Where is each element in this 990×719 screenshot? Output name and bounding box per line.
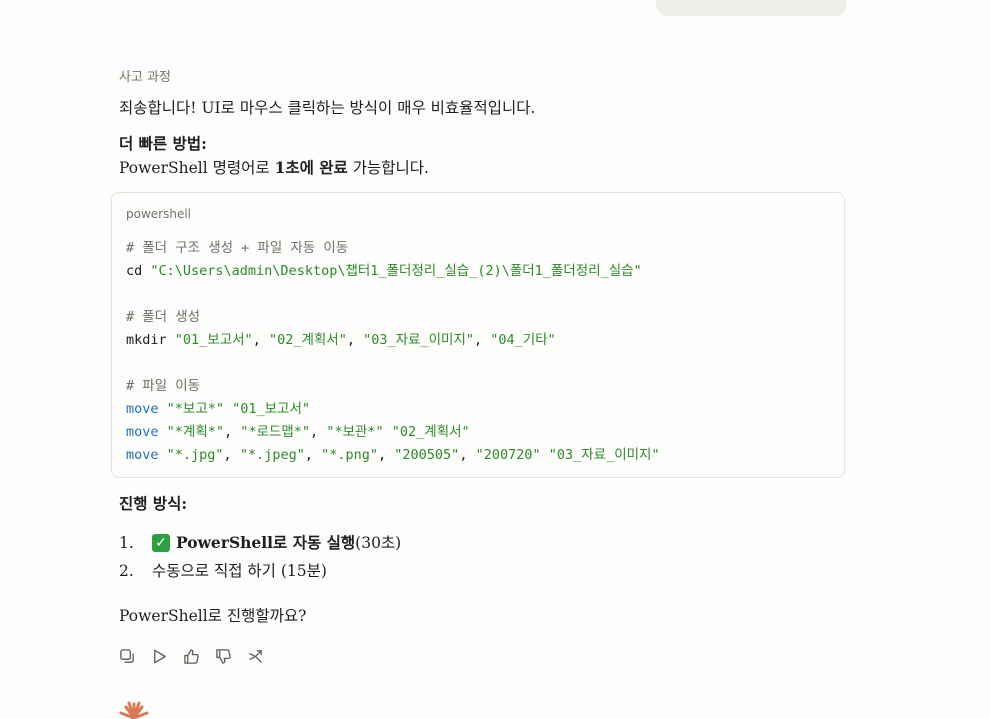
- claude-logo-icon: [119, 701, 149, 719]
- code-content[interactable]: # 폴더 구조 생성 + 파일 자동 이동 cd "C:\Users\admin\…: [126, 237, 660, 467]
- code-token: cd: [126, 263, 151, 279]
- code-token: "*.jpeg": [239, 447, 305, 463]
- list-item: 1. ✓ PowerShell로 자동 실행 (30초): [119, 529, 401, 557]
- code-line: move "*.jpg", "*.jpeg", "*.png", "200505…: [126, 444, 660, 467]
- code-token: move: [126, 424, 167, 440]
- list-number: 2.: [119, 562, 134, 580]
- code-line: move "*보고*" "01_보고서": [126, 398, 660, 421]
- method-heading: 진행 방식:: [119, 494, 188, 513]
- code-line: mkdir "01_보고서", "02_계획서", "03_자료_이미지", "…: [126, 329, 660, 352]
- code-token: "200720" "03_자료_이미지": [475, 447, 660, 463]
- share-icon: [248, 649, 262, 663]
- user-message-bubble: [656, 0, 847, 16]
- thinking-process-toggle[interactable]: 사고 과정: [119, 66, 171, 85]
- code-token: ,: [378, 447, 395, 463]
- code-token: # 폴더 구조 생성 + 파일 자동 이동: [126, 240, 349, 256]
- code-token: "*.jpg": [166, 447, 224, 463]
- code-token: move: [126, 401, 167, 417]
- code-token: ,: [304, 447, 322, 463]
- code-token: "03_자료_이미지": [363, 332, 474, 348]
- code-block: powershell # 폴더 구조 생성 + 파일 자동 이동 cd "C:\U…: [111, 192, 845, 478]
- code-token: "04_기타": [490, 332, 556, 348]
- options-list: 1. ✓ PowerShell로 자동 실행 (30초) 2. 수동으로 직접 …: [119, 529, 401, 585]
- code-token: "02_계획서": [268, 332, 347, 348]
- code-token: ,: [459, 447, 476, 463]
- code-language-label: powershell: [126, 207, 191, 221]
- list-item: 2. 수동으로 직접 하기 (15분): [119, 557, 401, 585]
- code-token: ,: [224, 424, 241, 440]
- code-token: "01_보고서": [174, 332, 253, 348]
- code-token: ,: [223, 447, 240, 463]
- question-text: PowerShell로 진행할까요?: [119, 607, 307, 625]
- read-aloud-button[interactable]: [150, 647, 168, 665]
- copy-button[interactable]: [118, 647, 136, 665]
- faster-line-prefix: PowerShell 명령어로: [119, 159, 275, 177]
- code-token: "*보관*" "02_계획서": [326, 424, 470, 440]
- code-line: # 폴더 생성: [126, 306, 660, 329]
- code-token: ,: [474, 332, 491, 348]
- code-token: move: [126, 447, 167, 463]
- code-token: ,: [346, 332, 364, 348]
- thumbs-down-button[interactable]: [214, 647, 232, 665]
- code-token: "*.png": [321, 447, 379, 463]
- option-rest-text: (30초): [355, 534, 402, 552]
- code-line: # 파일 이동: [126, 375, 660, 398]
- intro-text: 죄송합니다! UI로 마우스 클릭하는 방식이 매우 비효율적입니다.: [119, 99, 536, 117]
- thumbs-up-button[interactable]: [182, 647, 200, 665]
- copy-icon: [119, 648, 134, 663]
- code-line: cd "C:\Users\admin\Desktop\챕터1_폴더정리_실습_(…: [126, 260, 660, 283]
- code-token: mkdir: [126, 332, 175, 348]
- share-button[interactable]: [246, 647, 264, 665]
- code-token: "C:\Users\admin\Desktop\챕터1_폴더정리_실습_(2)\…: [150, 263, 642, 279]
- check-mark-icon: ✓: [152, 534, 170, 552]
- faster-line-bold: 1초에 완료: [274, 158, 348, 177]
- faster-heading: 더 빠른 방법:: [119, 134, 207, 153]
- option-bold-text: PowerShell로 자동 실행: [176, 533, 356, 552]
- list-number: 1.: [119, 534, 134, 552]
- code-line: move "*계획*", "*로드맵*", "*보관*" "02_계획서": [126, 421, 660, 444]
- thumbs-up-icon: [183, 648, 199, 664]
- faster-line-suffix: 가능합니다.: [347, 159, 429, 177]
- code-line: # 폴더 구조 생성 + 파일 자동 이동: [126, 237, 660, 260]
- message-actions: [118, 647, 264, 665]
- option-text: 수동으로 직접 하기 (15분): [152, 562, 327, 580]
- code-token: # 폴더 생성: [126, 309, 201, 325]
- code-token: "*로드맵*": [240, 424, 311, 440]
- code-token: "*보고*" "01_보고서": [166, 401, 311, 417]
- code-token: ,: [310, 424, 327, 440]
- code-token: "*계획*": [166, 424, 224, 440]
- faster-line: PowerShell 명령어로 1초에 완료 가능합니다.: [119, 157, 429, 179]
- play-icon: [153, 649, 166, 663]
- thumbs-down-icon: [215, 648, 231, 664]
- code-token: ,: [252, 332, 269, 348]
- code-token: "200505": [394, 447, 460, 463]
- code-token: # 파일 이동: [126, 378, 201, 394]
